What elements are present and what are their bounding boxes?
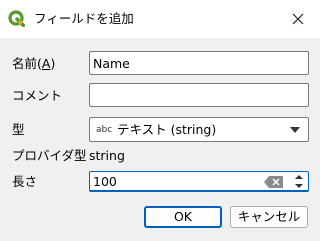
text-type-icon: abc [96, 125, 113, 135]
close-button[interactable] [287, 8, 309, 30]
name-input-value: Name [93, 56, 130, 71]
chevron-down-icon [290, 127, 300, 133]
type-select[interactable]: abc テキスト (string) [89, 117, 309, 142]
clear-icon[interactable] [264, 175, 284, 189]
comment-input[interactable] [89, 83, 309, 107]
provider-type-label: プロバイダ型 [12, 148, 87, 163]
type-label: 型 [12, 122, 25, 137]
cancel-button[interactable]: キャンセル [230, 206, 308, 228]
length-value: 100 [93, 174, 117, 189]
spin-up-icon[interactable] [293, 173, 305, 181]
title-bar: フィールドを追加 [0, 0, 320, 38]
window-title: フィールドを追加 [34, 11, 134, 26]
type-select-value: テキスト (string) [117, 122, 217, 137]
qgis-logo-icon [8, 10, 25, 27]
comment-label: コメント [12, 88, 63, 103]
ok-button[interactable]: OK [144, 206, 222, 228]
spin-down-icon[interactable] [293, 182, 305, 190]
close-icon [292, 13, 304, 25]
length-label: 長さ [12, 174, 38, 189]
provider-type-value: string [89, 148, 125, 163]
name-label: 名前(A) [12, 56, 56, 71]
length-spinbox[interactable]: 100 [89, 171, 309, 192]
name-input[interactable]: Name [89, 51, 309, 75]
